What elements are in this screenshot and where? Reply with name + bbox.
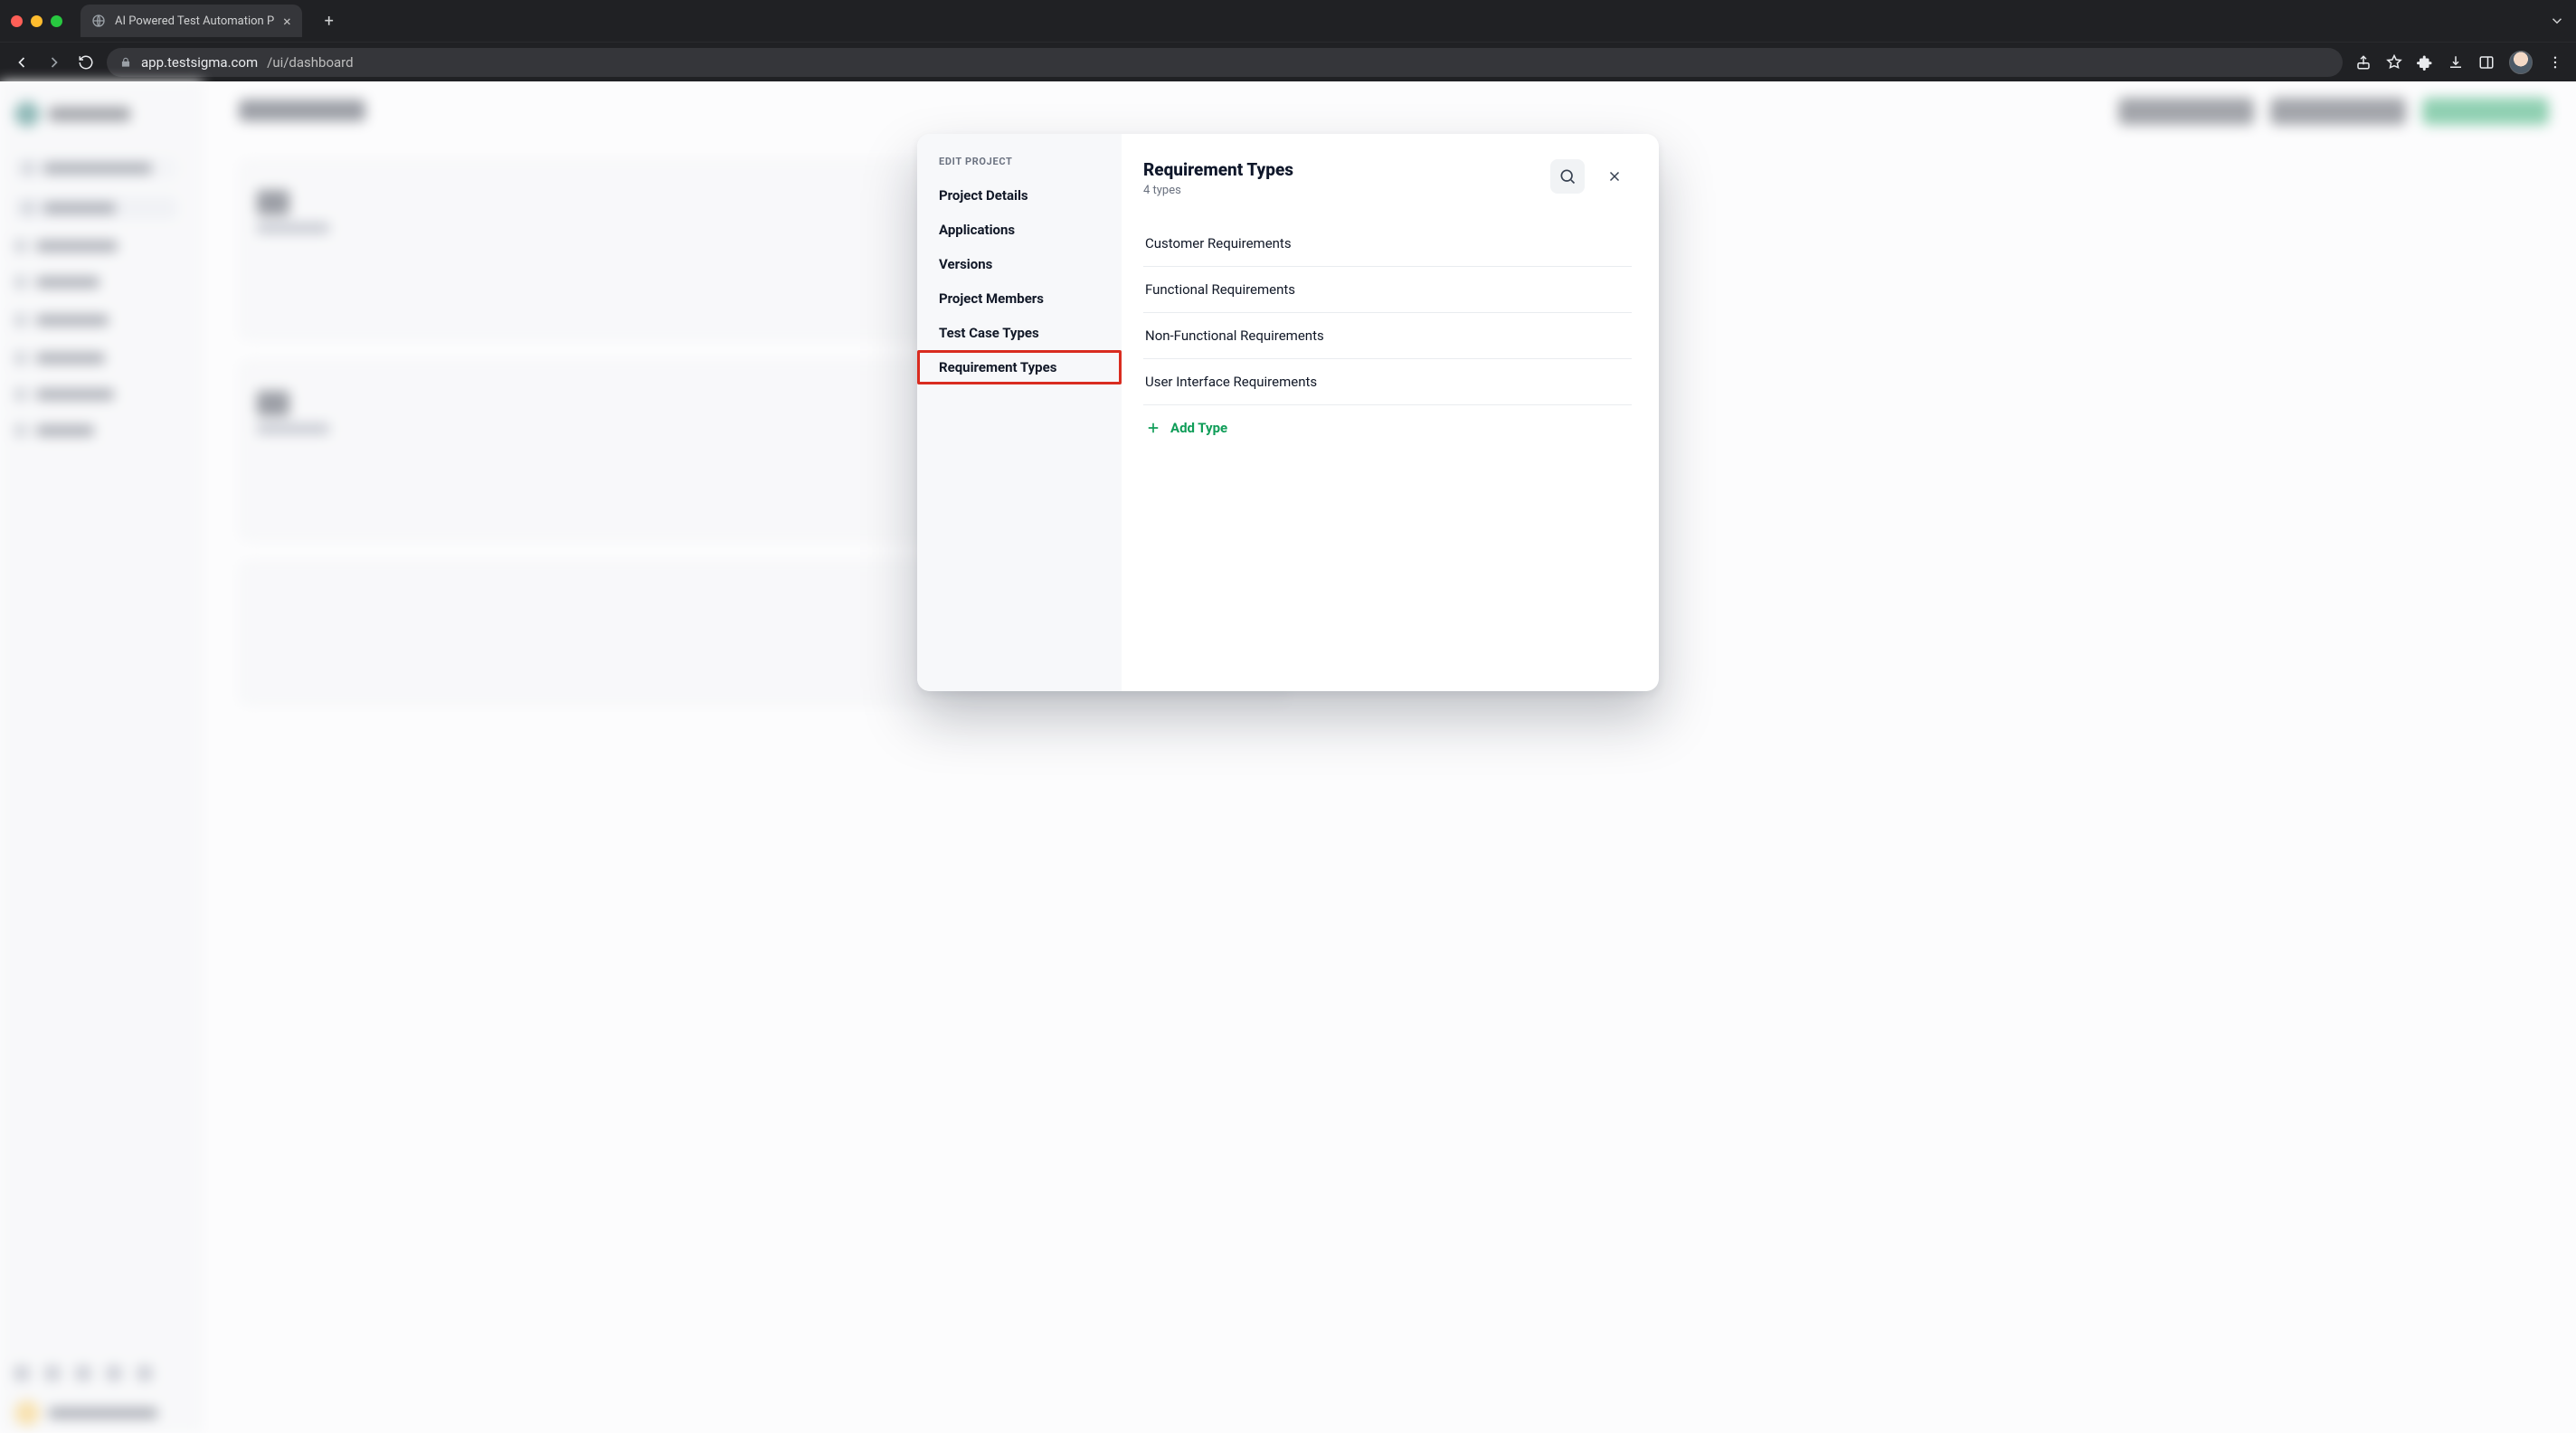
url-path: /ui/dashboard [267, 54, 353, 71]
extensions-icon[interactable] [2417, 54, 2433, 71]
modal-sidebar: EDIT PROJECT Project Details Application… [917, 134, 1122, 691]
add-type-label: Add Type [1170, 420, 1227, 436]
modal-menu-test-case-types[interactable]: Test Case Types [917, 316, 1122, 350]
modal-header: Requirement Types 4 types [1143, 159, 1632, 197]
kebab-icon[interactable] [2547, 54, 2563, 71]
browser-tab[interactable]: AI Powered Test Automation P × [80, 5, 302, 37]
tabs-overflow-icon[interactable] [2549, 13, 2565, 29]
list-item[interactable]: Non-Functional Requirements [1143, 313, 1632, 359]
url-domain: app.testsigma.com [141, 54, 258, 71]
modal-menu-requirement-types[interactable]: Requirement Types [917, 350, 1122, 384]
close-button[interactable] [1597, 159, 1632, 194]
modal-menu-project-details[interactable]: Project Details [917, 178, 1122, 213]
modal-menu-project-members[interactable]: Project Members [917, 281, 1122, 316]
downloads-icon[interactable] [2448, 54, 2464, 71]
profile-avatar[interactable] [2509, 51, 2533, 74]
list-item[interactable]: Customer Requirements [1143, 221, 1632, 267]
new-tab-button[interactable]: + [317, 8, 342, 33]
forward-icon [45, 53, 63, 71]
address-bar: app.testsigma.com/ui/dashboard [0, 42, 2576, 81]
close-icon [1606, 168, 1623, 185]
add-type-button[interactable]: Add Type [1143, 405, 1632, 451]
tab-close-icon[interactable]: × [283, 13, 291, 30]
modal-menu-versions[interactable]: Versions [917, 247, 1122, 281]
modal-content: Requirement Types 4 types Customer Requi… [1122, 134, 1659, 691]
lock-icon [119, 56, 132, 69]
modal-eyebrow: EDIT PROJECT [917, 156, 1122, 178]
modal-title: Requirement Types [1143, 159, 1293, 180]
window-controls[interactable] [11, 15, 62, 27]
window-minimize-icon[interactable] [31, 15, 43, 27]
window-close-icon[interactable] [11, 15, 23, 27]
back-icon[interactable] [13, 53, 31, 71]
window-fullscreen-icon[interactable] [51, 15, 62, 27]
panel-icon[interactable] [2478, 54, 2495, 71]
globe-icon [91, 14, 106, 28]
tab-bar: AI Powered Test Automation P × + [0, 0, 2576, 42]
modal-menu-applications[interactable]: Applications [917, 213, 1122, 247]
browser-chrome: AI Powered Test Automation P × + app.tes… [0, 0, 2576, 81]
search-icon [1558, 167, 1577, 185]
tab-title: AI Powered Test Automation P [115, 14, 274, 28]
list-item[interactable]: Functional Requirements [1143, 267, 1632, 313]
edit-project-modal: EDIT PROJECT Project Details Application… [917, 134, 1659, 691]
browser-actions [2355, 51, 2563, 74]
share-icon[interactable] [2355, 54, 2372, 71]
list-item[interactable]: User Interface Requirements [1143, 359, 1632, 405]
app-viewport: EDIT PROJECT Project Details Application… [0, 81, 2576, 1433]
url-field[interactable]: app.testsigma.com/ui/dashboard [107, 48, 2343, 77]
bookmark-icon[interactable] [2386, 54, 2402, 71]
modal-subtitle: 4 types [1143, 184, 1293, 197]
search-button[interactable] [1550, 159, 1585, 194]
reload-icon[interactable] [78, 54, 94, 71]
plus-icon [1145, 420, 1161, 436]
requirement-types-list: Customer Requirements Functional Require… [1143, 221, 1632, 451]
nav-controls [13, 53, 94, 71]
